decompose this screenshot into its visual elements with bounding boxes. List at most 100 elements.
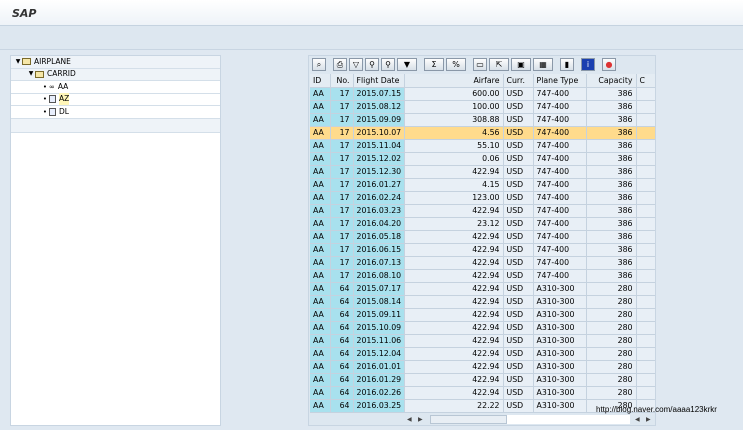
table-cell[interactable] bbox=[636, 256, 655, 270]
table-cell[interactable] bbox=[636, 204, 655, 218]
table-cell[interactable]: A310-300 bbox=[533, 334, 587, 348]
table-cell[interactable]: 386 bbox=[586, 100, 637, 114]
scroll-thumb[interactable] bbox=[430, 415, 507, 424]
table-cell[interactable]: 17 bbox=[330, 243, 354, 257]
column-header[interactable]: Plane Type bbox=[533, 74, 587, 88]
table-cell[interactable]: 280 bbox=[586, 360, 637, 374]
table-cell[interactable]: A310-300 bbox=[533, 282, 587, 296]
table-cell[interactable]: USD bbox=[503, 87, 534, 101]
table-row[interactable]: AA 17 2016.04.20 23.12 USD 747-400 386 bbox=[310, 217, 655, 231]
column-header[interactable]: Capacity bbox=[586, 74, 637, 88]
table-cell[interactable] bbox=[636, 165, 655, 179]
table-cell[interactable]: 17 bbox=[330, 269, 354, 283]
table-cell[interactable]: 386 bbox=[586, 87, 637, 101]
table-cell[interactable]: 2015.12.04 bbox=[353, 347, 405, 361]
table-cell[interactable]: 2016.05.18 bbox=[353, 230, 405, 244]
table-cell[interactable]: USD bbox=[503, 165, 534, 179]
table-cell[interactable]: AA bbox=[310, 204, 331, 218]
table-cell[interactable]: 2016.04.20 bbox=[353, 217, 405, 231]
view-button[interactable]: ▣ bbox=[511, 58, 531, 71]
table-cell[interactable] bbox=[636, 100, 655, 114]
table-cell[interactable] bbox=[636, 360, 655, 374]
table-cell[interactable]: 747-400 bbox=[533, 217, 587, 231]
table-cell[interactable]: 2016.02.26 bbox=[353, 386, 405, 400]
table-cell[interactable] bbox=[636, 373, 655, 387]
table-cell[interactable]: A310-300 bbox=[533, 295, 587, 309]
table-row[interactable]: AA 17 2016.03.23 422.94 USD 747-400 386 bbox=[310, 204, 655, 218]
table-cell[interactable] bbox=[636, 269, 655, 283]
table-cell[interactable]: 422.94 bbox=[404, 334, 504, 348]
table-cell[interactable]: 2015.08.12 bbox=[353, 100, 405, 114]
table-cell[interactable]: AA bbox=[310, 191, 331, 205]
table-cell[interactable]: 747-400 bbox=[533, 191, 587, 205]
table-cell[interactable]: USD bbox=[503, 373, 534, 387]
table-cell[interactable]: 2016.03.25 bbox=[353, 399, 405, 413]
column-header[interactable]: Flight Date bbox=[353, 74, 405, 88]
table-cell[interactable]: 2015.11.06 bbox=[353, 334, 405, 348]
table-cell[interactable]: AA bbox=[310, 269, 331, 283]
table-cell[interactable]: 747-400 bbox=[533, 243, 587, 257]
table-cell[interactable]: 280 bbox=[586, 386, 637, 400]
table-cell[interactable]: 2016.08.10 bbox=[353, 269, 405, 283]
table-cell[interactable]: USD bbox=[503, 295, 534, 309]
print-preview-button[interactable]: ▭ bbox=[473, 58, 487, 71]
table-cell[interactable]: 2016.01.01 bbox=[353, 360, 405, 374]
table-cell[interactable]: 64 bbox=[330, 373, 354, 387]
table-row[interactable]: AA 17 2016.08.10 422.94 USD 747-400 386 bbox=[310, 269, 655, 283]
table-cell[interactable] bbox=[636, 386, 655, 400]
table-cell[interactable]: 64 bbox=[330, 334, 354, 348]
table-cell[interactable]: 386 bbox=[586, 243, 637, 257]
tree-node-carrid[interactable]: ▼ CARRID bbox=[11, 68, 220, 81]
table-cell[interactable]: AA bbox=[310, 373, 331, 387]
table-cell[interactable]: 280 bbox=[586, 282, 637, 296]
table-cell[interactable]: 422.94 bbox=[404, 308, 504, 322]
export-button[interactable]: ⇱ bbox=[489, 58, 509, 71]
table-cell[interactable] bbox=[636, 347, 655, 361]
scroll-left-icon[interactable]: ◀ bbox=[407, 416, 412, 423]
table-cell[interactable]: USD bbox=[503, 139, 534, 153]
table-cell[interactable]: 64 bbox=[330, 399, 354, 413]
table-cell[interactable]: USD bbox=[503, 230, 534, 244]
table-cell[interactable]: 422.94 bbox=[404, 165, 504, 179]
table-cell[interactable]: 64 bbox=[330, 308, 354, 322]
table-cell[interactable]: AA bbox=[310, 217, 331, 231]
table-row[interactable]: AA 64 2015.07.17 422.94 USD A310-300 280 bbox=[310, 282, 655, 296]
scroll-track[interactable] bbox=[507, 415, 630, 424]
scroll-left-icon[interactable]: ◀ bbox=[635, 416, 640, 423]
table-row[interactable]: AA 64 2016.01.29 422.94 USD A310-300 280 bbox=[310, 373, 655, 387]
layout-button[interactable]: ▦ bbox=[533, 58, 553, 71]
filter-menu-button[interactable]: ▼ bbox=[397, 58, 417, 71]
table-cell[interactable] bbox=[636, 230, 655, 244]
table-cell[interactable]: AA bbox=[310, 139, 331, 153]
table-cell[interactable]: USD bbox=[503, 178, 534, 192]
print-button[interactable]: ⎙ bbox=[333, 58, 347, 71]
table-cell[interactable]: 123.00 bbox=[404, 191, 504, 205]
table-row[interactable]: AA 64 2015.12.04 422.94 USD A310-300 280 bbox=[310, 347, 655, 361]
table-cell[interactable]: AA bbox=[310, 334, 331, 348]
table-cell[interactable]: 100.00 bbox=[404, 100, 504, 114]
table-cell[interactable]: 22.22 bbox=[404, 399, 504, 413]
table-cell[interactable]: 747-400 bbox=[533, 269, 587, 283]
table-cell[interactable]: 747-400 bbox=[533, 100, 587, 114]
table-row[interactable]: AA 17 2016.02.24 123.00 USD 747-400 386 bbox=[310, 191, 655, 205]
table-cell[interactable]: 4.56 bbox=[404, 126, 504, 140]
table-cell[interactable]: AA bbox=[310, 256, 331, 270]
column-header[interactable]: Curr. bbox=[503, 74, 534, 88]
table-cell[interactable]: USD bbox=[503, 191, 534, 205]
find-next-button[interactable]: ⚲ bbox=[381, 58, 395, 71]
table-cell[interactable]: 64 bbox=[330, 347, 354, 361]
table-cell[interactable]: USD bbox=[503, 347, 534, 361]
table-row[interactable]: AA 17 2015.11.04 55.10 USD 747-400 386 bbox=[310, 139, 655, 153]
table-cell[interactable]: 2016.06.15 bbox=[353, 243, 405, 257]
table-cell[interactable]: 386 bbox=[586, 256, 637, 270]
horizontal-scrollbar[interactable]: ◀ ▶ ◀ ▶ bbox=[309, 413, 655, 425]
table-cell[interactable]: USD bbox=[503, 243, 534, 257]
table-cell[interactable]: A310-300 bbox=[533, 347, 587, 361]
table-cell[interactable]: 2016.03.23 bbox=[353, 204, 405, 218]
column-header[interactable]: Airfare bbox=[404, 74, 504, 88]
table-cell[interactable]: 747-400 bbox=[533, 165, 587, 179]
table-cell[interactable]: 64 bbox=[330, 295, 354, 309]
table-cell[interactable]: AA bbox=[310, 100, 331, 114]
table-cell[interactable]: 64 bbox=[330, 321, 354, 335]
table-row[interactable]: AA 64 2016.01.01 422.94 USD A310-300 280 bbox=[310, 360, 655, 374]
